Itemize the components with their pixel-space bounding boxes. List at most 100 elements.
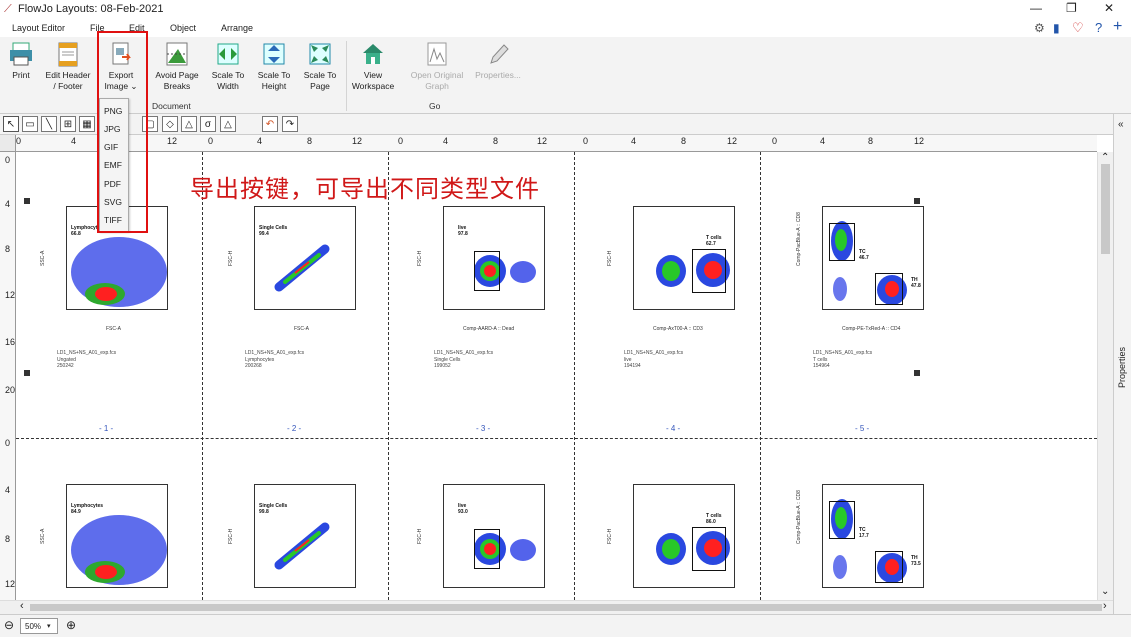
gate-box[interactable] — [875, 551, 903, 583]
edit-header-footer-button[interactable]: Edit Header / Footer — [42, 41, 94, 92]
gear-icon[interactable]: ⚙ — [1034, 21, 1045, 35]
view-label-2: Workspace — [351, 81, 395, 91]
vertical-scroll-thumb[interactable] — [1101, 164, 1110, 254]
rectangle-tool-icon[interactable]: ▭ — [22, 116, 38, 132]
ruler-label: 12 — [537, 136, 548, 146]
add-icon[interactable]: + — [1113, 18, 1122, 36]
triangle-tool-icon[interactable]: △ — [181, 116, 197, 132]
properties-button[interactable]: Properties... — [473, 41, 523, 81]
page-number: - 1 - — [99, 424, 114, 433]
grid-tool-icon[interactable]: ▦ — [79, 116, 95, 132]
avoid-page-breaks-button[interactable]: Avoid Page Breaks — [152, 41, 202, 92]
layout-canvas[interactable]: Lymphocytes 66.8 SSC-A FSC-A LD1_NS+NS_A01_e… — [16, 152, 1097, 600]
flow-plot[interactable]: Single Cells 99.8 — [254, 484, 356, 588]
line-tool-icon[interactable]: ╲ — [41, 116, 57, 132]
selection-handle[interactable] — [24, 198, 30, 204]
gate-percent: 46.7 — [859, 255, 869, 261]
zoom-out-icon[interactable]: ⊖ — [4, 618, 14, 632]
scroll-left-icon[interactable]: ‹ — [20, 600, 24, 612]
gate-percent: 17.7 — [859, 533, 869, 539]
selection-handle[interactable] — [914, 370, 920, 376]
flow-plot[interactable]: live 93.0 — [443, 484, 545, 588]
view-workspace-button[interactable]: View Workspace — [350, 41, 396, 92]
gate-box[interactable] — [474, 529, 500, 569]
avoid-page-breaks-icon — [166, 42, 188, 66]
flow-plot[interactable]: Single Cells 99.4 — [254, 206, 356, 310]
ruler-label: 12 — [5, 290, 16, 300]
ribbon-toolbar: Print Edit Header / Footer Export Image … — [0, 37, 1131, 114]
scale-to-height-button[interactable]: Scale To Height — [253, 41, 295, 92]
sigma-tool-icon[interactable]: σ — [200, 116, 216, 132]
density-cluster — [283, 525, 331, 573]
table-tool-icon[interactable]: ⊞ — [60, 116, 76, 132]
ruler-label: 0 — [772, 136, 778, 146]
pointer-tool-icon[interactable]: ↖ — [3, 116, 19, 132]
selection-handle[interactable] — [24, 370, 30, 376]
flow-plot[interactable]: Lymphocytes 84.9 — [66, 484, 168, 588]
menu-layout-editor[interactable]: Layout Editor — [12, 23, 65, 33]
gate-box[interactable] — [692, 527, 726, 571]
scroll-down-icon[interactable]: ⌄ — [1101, 586, 1109, 597]
zoom-value: 50% — [25, 622, 42, 631]
scale-to-page-button[interactable]: Scale To Page — [299, 41, 341, 92]
ruler-label: 8 — [5, 534, 11, 544]
help-icon[interactable]: ? — [1095, 20, 1102, 35]
gate-box[interactable] — [829, 223, 855, 261]
caption-file: LD1_NS+NS_A01_exp.fcs — [434, 350, 494, 356]
vertical-scrollbar[interactable]: ⌃ ⌄ — [1097, 152, 1113, 600]
menu-bar: Layout Editor File Edit Object Arrange ⚙… — [0, 18, 1131, 37]
scroll-right-icon[interactable]: › — [1103, 600, 1107, 612]
flow-plot[interactable]: live 97.8 — [443, 206, 545, 310]
ruler-label: 8 — [307, 136, 313, 146]
scroll-up-icon[interactable]: ⌃ — [1101, 152, 1109, 163]
caption-pop: Lymphocytes — [245, 356, 275, 363]
menu-object[interactable]: Object — [170, 23, 196, 33]
gate-box[interactable] — [692, 249, 726, 293]
diamond-tool-icon[interactable]: ◇ — [162, 116, 178, 132]
header-footer-icon — [58, 42, 78, 67]
horizontal-scroll-thumb[interactable] — [30, 604, 1102, 611]
flow-plot[interactable]: T cells 86.0 — [633, 484, 735, 588]
gate-box[interactable] — [829, 501, 855, 539]
gate-box[interactable] — [474, 251, 500, 291]
caption-pop: Ungated — [57, 356, 76, 363]
scale-to-width-button[interactable]: Scale To Width — [207, 41, 249, 92]
menu-arrange[interactable]: Arrange — [221, 23, 253, 33]
flow-plot[interactable]: TC 17.7 TH 73.5 — [822, 484, 924, 588]
scale-page-icon — [309, 43, 331, 65]
page-break-vertical — [388, 152, 389, 600]
collapse-panel-icon[interactable]: « — [1118, 119, 1124, 130]
y-axis-label: FSC-H — [607, 528, 613, 544]
open-original-graph-button[interactable]: Open Original Graph — [406, 41, 468, 92]
flow-plot[interactable]: TC 46.7 TH 47.8 — [822, 206, 924, 310]
selection-handle[interactable] — [914, 198, 920, 204]
redo-icon[interactable]: ↷ — [282, 116, 298, 132]
print-button[interactable]: Print — [5, 41, 37, 81]
zoom-in-icon[interactable]: ⊕ — [66, 618, 76, 632]
minimize-button[interactable]: — — [1030, 1, 1042, 15]
zoom-select[interactable]: 50% ▾ — [20, 618, 58, 634]
page-break-vertical — [202, 152, 203, 600]
density-cluster — [833, 555, 847, 579]
close-button[interactable]: ✕ — [1104, 1, 1114, 15]
pencil-icon — [490, 44, 509, 64]
properties-side-tab[interactable]: Properties — [1117, 347, 1127, 388]
x-axis-label: Comp-AARD-A :: Dead — [463, 326, 515, 332]
horizontal-scrollbar[interactable]: ‹ › — [0, 600, 1113, 614]
scale-width-label-1: Scale To — [211, 70, 245, 80]
heart-icon[interactable]: ♡ — [1072, 20, 1084, 36]
chevron-down-icon: ▾ — [47, 623, 51, 630]
bookmark-icon[interactable]: ▮ — [1053, 21, 1060, 35]
ruler-label: 0 — [16, 136, 22, 146]
flow-plot[interactable]: T cells 62.7 — [633, 206, 735, 310]
gate-label-2: TH 47.8 — [911, 277, 921, 289]
gate-box[interactable] — [875, 273, 903, 305]
ruler-corner — [0, 135, 16, 152]
restore-button[interactable]: ❐ — [1066, 1, 1077, 15]
ruler-label: 4 — [71, 136, 77, 146]
delta-tool-icon[interactable]: △ — [220, 116, 236, 132]
undo-icon[interactable]: ↶ — [262, 116, 278, 132]
density-cluster — [510, 539, 536, 561]
caption-pop: live — [624, 356, 632, 363]
view-label-1: View — [363, 70, 383, 80]
